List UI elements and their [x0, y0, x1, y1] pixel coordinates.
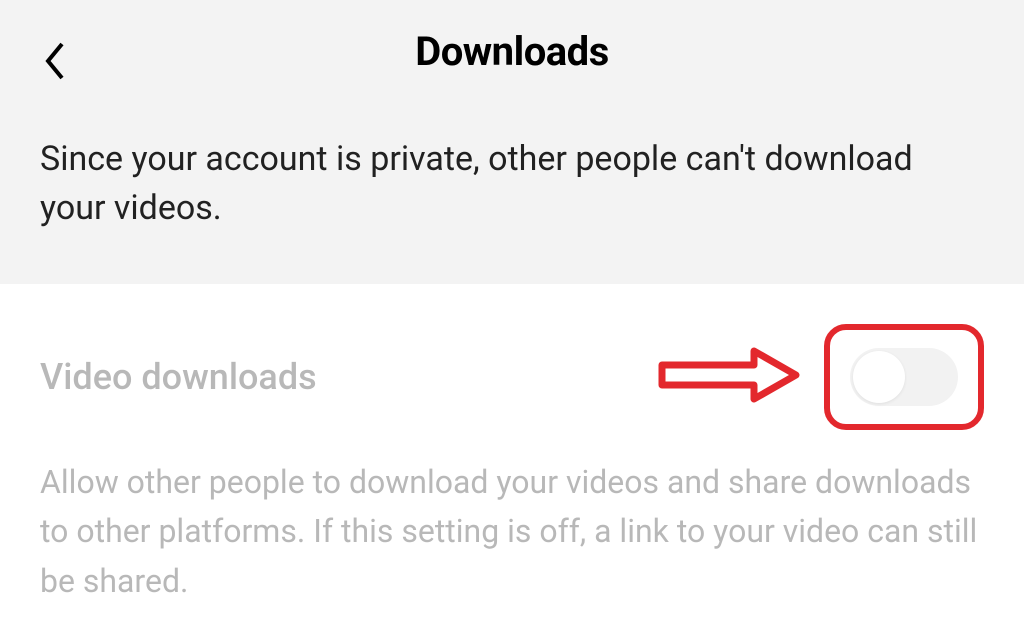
toggle-container	[824, 324, 984, 430]
video-downloads-title: Video downloads	[40, 356, 317, 398]
back-icon[interactable]	[40, 40, 70, 86]
toggle-knob	[853, 351, 905, 403]
video-downloads-toggle[interactable]	[850, 348, 958, 406]
video-downloads-row: Video downloads	[40, 324, 984, 430]
toggle-highlight-box	[824, 324, 984, 430]
page-title: Downloads	[40, 28, 984, 75]
video-downloads-description: Allow other people to download your vide…	[40, 458, 984, 607]
account-private-info: Since your account is private, other peo…	[0, 95, 1024, 284]
header: Downloads	[0, 0, 1024, 95]
settings-card: Video downloads Allow other people to do…	[0, 284, 1024, 636]
arrow-annotation	[654, 345, 804, 409]
